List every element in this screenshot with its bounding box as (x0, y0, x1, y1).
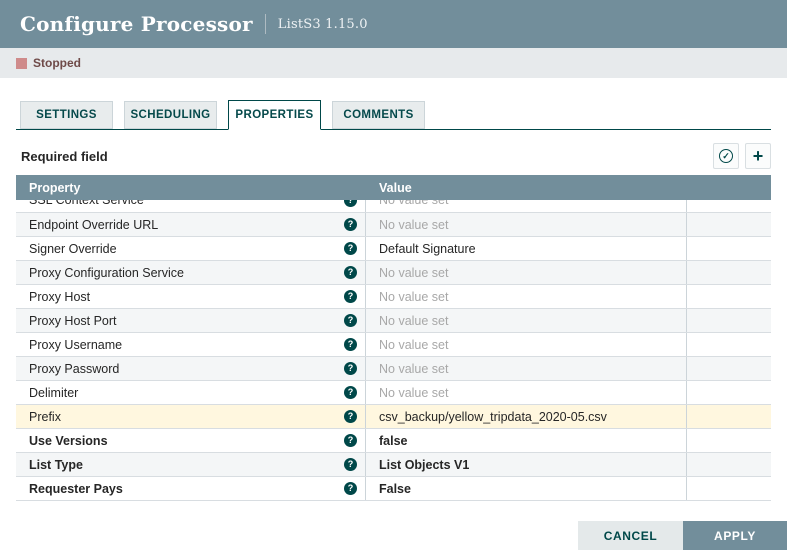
row-extra-cell (687, 405, 771, 428)
processor-name-version: ListS3 1.15.0 (278, 17, 368, 32)
dialog-content: SETTINGS SCHEDULING PROPERTIES COMMENTS Req… (0, 100, 787, 501)
property-value[interactable]: No value set (379, 200, 448, 207)
row-extra-cell (687, 357, 771, 380)
property-name: Requester Pays (29, 482, 123, 496)
help-icon[interactable]: ? (344, 410, 357, 423)
dialog-footer: CANCEL APPLY (578, 521, 787, 550)
row-extra-cell (687, 200, 771, 212)
table-row[interactable]: SSL Context Service ? No value set (16, 200, 771, 213)
help-icon[interactable]: ? (344, 218, 357, 231)
status-label: Stopped (33, 56, 81, 70)
table-row[interactable]: Requester Pays ? False (16, 477, 771, 501)
table-row[interactable]: Proxy Configuration Service ? No value s… (16, 261, 771, 285)
row-extra-cell (687, 237, 771, 260)
table-body: SSL Context Service ? No value set Endpo… (16, 200, 771, 501)
verify-properties-button[interactable]: ✓ (713, 143, 739, 169)
tab-comments[interactable]: COMMENTS (332, 101, 425, 129)
tab-properties[interactable]: PROPERTIES (228, 100, 321, 130)
table-actions: ✓ + (713, 143, 771, 169)
tab-bar: SETTINGS SCHEDULING PROPERTIES COMMENTS (16, 100, 771, 130)
column-header-value: Value (366, 181, 687, 195)
help-icon[interactable]: ? (344, 434, 357, 447)
help-icon[interactable]: ? (344, 242, 357, 255)
property-name: Proxy Configuration Service (29, 266, 184, 280)
table-row[interactable]: Proxy Host ? No value set (16, 285, 771, 309)
property-value[interactable]: List Objects V1 (379, 458, 469, 472)
row-extra-cell (687, 477, 771, 500)
property-value[interactable]: False (379, 482, 411, 496)
table-row[interactable]: Prefix ? csv_backup/yellow_tripdata_2020… (16, 405, 771, 429)
property-value[interactable]: No value set (379, 290, 448, 304)
property-name: Signer Override (29, 242, 117, 256)
property-value[interactable]: No value set (379, 314, 448, 328)
help-icon[interactable]: ? (344, 362, 357, 375)
table-row[interactable]: Proxy Host Port ? No value set (16, 309, 771, 333)
stopped-status-icon (16, 58, 27, 69)
properties-table: Property Value SSL Context Service ? No … (16, 175, 771, 501)
cancel-button[interactable]: CANCEL (578, 521, 683, 550)
help-icon[interactable]: ? (344, 200, 357, 207)
tab-scheduling[interactable]: SCHEDULING (124, 101, 217, 129)
status-bar: Stopped (0, 48, 787, 78)
table-row[interactable]: Signer Override ? Default Signature (16, 237, 771, 261)
property-name: Proxy Username (29, 338, 122, 352)
row-extra-cell (687, 309, 771, 332)
property-name: Delimiter (29, 386, 78, 400)
property-name: Use Versions (29, 434, 108, 448)
circle-check-icon: ✓ (719, 149, 733, 163)
property-value[interactable]: false (379, 434, 408, 448)
property-value[interactable]: No value set (379, 266, 448, 280)
dialog-title: Configure Processor (20, 12, 253, 36)
property-name: Endpoint Override URL (29, 218, 158, 232)
property-name: Prefix (29, 410, 61, 424)
configure-processor-dialog: Configure Processor ListS3 1.15.0 Stoppe… (0, 0, 787, 554)
column-header-property: Property (16, 181, 366, 195)
row-extra-cell (687, 453, 771, 476)
row-extra-cell (687, 333, 771, 356)
property-value[interactable]: No value set (379, 218, 448, 232)
row-extra-cell (687, 261, 771, 284)
help-icon[interactable]: ? (344, 290, 357, 303)
property-name: SSL Context Service (29, 200, 144, 207)
table-row[interactable]: Proxy Username ? No value set (16, 333, 771, 357)
title-divider (265, 14, 266, 34)
property-name: Proxy Host (29, 290, 90, 304)
dialog-titlebar: Configure Processor ListS3 1.15.0 (0, 0, 787, 48)
help-icon[interactable]: ? (344, 338, 357, 351)
table-row[interactable]: Delimiter ? No value set (16, 381, 771, 405)
property-name: List Type (29, 458, 83, 472)
table-row[interactable]: Use Versions ? false (16, 429, 771, 453)
property-value[interactable]: No value set (379, 386, 448, 400)
table-header: Property Value (16, 175, 771, 200)
property-value[interactable]: No value set (379, 362, 448, 376)
property-value[interactable]: Default Signature (379, 242, 476, 256)
required-field-label: Required field (16, 149, 108, 164)
row-extra-cell (687, 213, 771, 236)
table-row[interactable]: Proxy Password ? No value set (16, 357, 771, 381)
row-extra-cell (687, 285, 771, 308)
tab-settings[interactable]: SETTINGS (20, 101, 113, 129)
property-name: Proxy Host Port (29, 314, 117, 328)
table-row[interactable]: Endpoint Override URL ? No value set (16, 213, 771, 237)
help-icon[interactable]: ? (344, 314, 357, 327)
table-toolbar: Required field ✓ + (16, 143, 771, 169)
property-name: Proxy Password (29, 362, 119, 376)
property-value[interactable]: csv_backup/yellow_tripdata_2020-05.csv (379, 410, 607, 424)
row-extra-cell (687, 381, 771, 404)
plus-icon: + (753, 147, 764, 165)
row-extra-cell (687, 429, 771, 452)
help-icon[interactable]: ? (344, 458, 357, 471)
table-row[interactable]: List Type ? List Objects V1 (16, 453, 771, 477)
help-icon[interactable]: ? (344, 266, 357, 279)
apply-button[interactable]: APPLY (683, 521, 787, 550)
help-icon[interactable]: ? (344, 482, 357, 495)
add-property-button[interactable]: + (745, 143, 771, 169)
help-icon[interactable]: ? (344, 386, 357, 399)
property-value[interactable]: No value set (379, 338, 448, 352)
